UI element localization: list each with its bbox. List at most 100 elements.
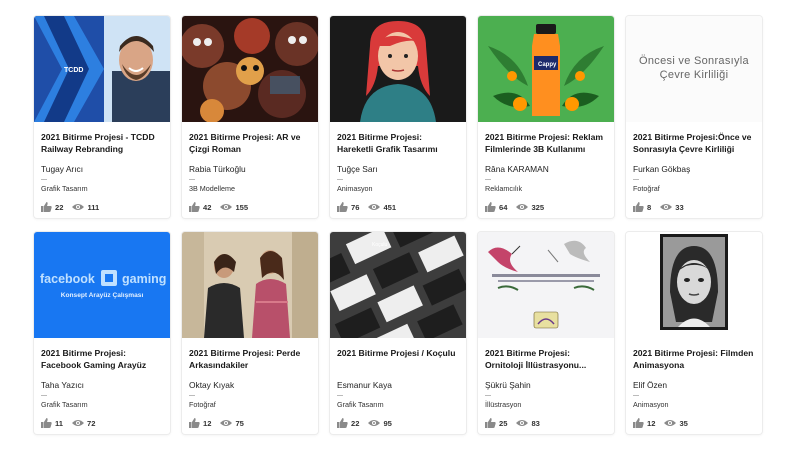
project-card[interactable]: Koçulu 2021 Bitirme Projesi / Koçulu Esm… [330,232,466,434]
project-title[interactable]: 2021 Bitirme Projesi: AR ve Çizgi Roman [189,132,311,155]
thumbs-up-icon[interactable] [485,202,496,212]
eye-icon [72,419,85,427]
like-count: 64 [499,202,508,212]
project-field[interactable]: 3B Modelleme [189,184,311,193]
like-count: 25 [499,418,508,428]
divider [189,179,195,180]
project-card[interactable]: 2021 Bitirme Projesi: Perde Arkasındakil… [182,232,318,434]
project-title[interactable]: 2021 Bitirme Projesi: Reklam Filmlerinde… [485,132,607,155]
view-count: 83 [531,418,540,428]
project-field[interactable]: İllüstrasyon [485,400,607,409]
thumbs-up-icon[interactable] [337,202,348,212]
project-author[interactable]: Râna KARAMAN [485,164,607,174]
project-title[interactable]: 2021 Bitirme Projesi: Facebook Gaming Ar… [41,348,163,371]
project-author[interactable]: Rabia Türkoğlu [189,164,311,174]
project-thumbnail[interactable] [478,232,614,338]
thumbnail-subtitle: Konsept Arayüz Çalışması [60,292,144,299]
like-count: 12 [203,418,212,428]
project-card[interactable]: 2021 Bitirme Projesi: Filmden Animasyona… [626,232,762,434]
divider [189,395,195,396]
view-count: 95 [383,418,392,428]
project-thumbnail[interactable] [626,232,762,338]
view-count: 111 [87,202,100,212]
like-count: 76 [351,202,360,212]
thumbnail-caption: Öncesi ve Sonrasıyla Çevre Kirliliği [639,55,749,81]
project-thumbnail[interactable] [330,16,466,122]
divider [485,179,491,180]
thumbs-up-icon[interactable] [633,418,644,428]
project-stats: 42 155 [189,202,257,212]
thumbs-up-icon[interactable] [337,418,348,428]
project-thumbnail[interactable]: TCDD [34,16,170,122]
gaming-wordmark: gaming [122,272,167,286]
project-title[interactable]: 2021 Bitirme Projesi: Hareketli Grafik T… [337,132,459,155]
thumbs-up-icon[interactable] [41,202,52,212]
project-stats: 12 35 [633,418,697,428]
project-field[interactable]: Animasyon [337,184,459,193]
project-thumbnail[interactable]: Koçulu [330,232,466,338]
project-author[interactable]: Elif Özen [633,380,755,390]
project-title[interactable]: 2021 Bitirme Projesi / Koçulu [337,348,459,371]
project-author[interactable]: Şükrü Şahin [485,380,607,390]
project-card[interactable]: 2021 Bitirme Projesi: Ornitoloji İllüstr… [478,232,614,434]
thumbs-up-icon[interactable] [189,418,200,428]
project-thumbnail[interactable]: facebook gaming Konsept Arayüz Çalışması [34,232,170,338]
divider [633,395,639,396]
project-grid: TCDD 2021 Bitirme Projesi - TCDD Railway… [34,16,762,434]
eye-icon [368,203,381,211]
project-field[interactable]: Fotoğraf [633,184,755,193]
project-thumbnail[interactable]: Öncesi ve Sonrasıyla Çevre Kirliliği [626,16,762,122]
facebook-wordmark: facebook [40,272,95,286]
project-title[interactable]: 2021 Bitirme Projesi: Perde Arkasındakil… [189,348,311,371]
project-author[interactable]: Tugay Arıcı [41,164,163,174]
thumbs-up-icon[interactable] [633,202,644,212]
gaming-logo-icon [101,270,117,286]
project-card[interactable]: 2021 Bitirme Projesi: AR ve Çizgi Roman … [182,16,318,218]
project-stats: 22 95 [337,418,401,428]
thumbs-up-icon[interactable] [485,418,496,428]
project-author[interactable]: Tuğçe Sarı [337,164,459,174]
eye-icon [368,419,381,427]
eye-icon [72,203,85,211]
project-author[interactable]: Taha Yazıcı [41,380,163,390]
project-stats: 64 325 [485,202,553,212]
project-stats: 76 451 [337,202,405,212]
like-count: 8 [647,202,652,212]
project-card[interactable]: 2021 Bitirme Projesi: Hareketli Grafik T… [330,16,466,218]
project-card[interactable]: facebook gaming Konsept Arayüz Çalışması… [34,232,170,434]
project-card[interactable]: Cappy 2021 Bitirme Projesi: Reklam Filml… [478,16,614,218]
project-thumbnail[interactable] [182,16,318,122]
view-count: 72 [87,418,96,428]
project-thumbnail[interactable]: Cappy [478,16,614,122]
thumbs-up-icon[interactable] [41,418,52,428]
eye-icon [660,203,673,211]
like-count: 11 [55,418,64,428]
like-count: 22 [351,418,360,428]
thumbs-up-icon[interactable] [189,202,200,212]
project-card[interactable]: Öncesi ve Sonrasıyla Çevre Kirliliği 202… [626,16,762,218]
project-author[interactable]: Esmanur Kaya [337,380,459,390]
project-card[interactable]: TCDD 2021 Bitirme Projesi - TCDD Railway… [34,16,170,218]
bottle-label: Cappy [538,62,557,68]
like-count: 42 [203,202,212,212]
divider [633,179,639,180]
project-field[interactable]: Fotoğraf [189,400,311,409]
project-field[interactable]: Grafik Tasarım [41,400,163,409]
project-author[interactable]: Oktay Kıyak [189,380,311,390]
project-field[interactable]: Grafik Tasarım [41,184,163,193]
eye-icon [220,203,233,211]
project-title[interactable]: 2021 Bitirme Projesi - TCDD Railway Rebr… [41,132,163,155]
project-author[interactable]: Furkan Gökbaş [633,164,755,174]
project-title[interactable]: 2021 Bitirme Projesi:Önce ve Sonrasıyla … [633,132,755,155]
project-title[interactable]: 2021 Bitirme Projesi: Filmden Animasyona [633,348,755,371]
project-field[interactable]: Reklamcılık [485,184,607,193]
divider [41,395,47,396]
project-field[interactable]: Animasyon [633,400,755,409]
project-field[interactable]: Grafik Tasarım [337,400,459,409]
project-title[interactable]: 2021 Bitirme Projesi: Ornitoloji İllüstr… [485,348,607,371]
divider [41,179,47,180]
eye-icon [516,419,529,427]
project-thumbnail[interactable] [182,232,318,338]
project-stats: 8 33 [633,202,693,212]
tcdd-logo: TCDD [64,67,83,74]
